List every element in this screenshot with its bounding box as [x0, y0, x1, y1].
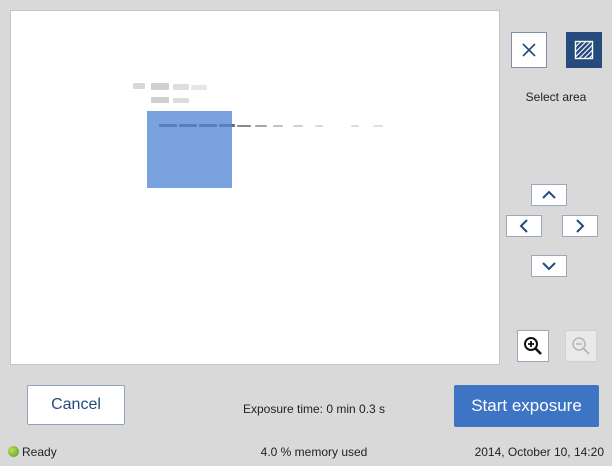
select-area-label: Select area	[525, 90, 587, 104]
gel-band	[133, 83, 145, 89]
chevron-left-icon	[519, 219, 528, 233]
chevron-down-icon	[542, 262, 556, 271]
hatched-area-icon	[574, 40, 594, 60]
status-dot-icon	[8, 446, 19, 457]
gel-band	[373, 125, 383, 127]
start-exposure-button[interactable]: Start exposure	[454, 385, 599, 427]
cancel-button[interactable]: Cancel	[27, 385, 125, 425]
status-text: Ready	[22, 445, 57, 459]
gel-band	[191, 85, 207, 90]
gel-band	[173, 84, 189, 90]
select-area-button[interactable]	[566, 32, 602, 68]
gel-band	[351, 125, 359, 127]
pan-left-button[interactable]	[506, 215, 542, 237]
gel-band	[237, 125, 251, 127]
pan-right-button[interactable]	[562, 215, 598, 237]
gel-band	[151, 97, 169, 103]
gel-band	[255, 125, 267, 127]
zoom-out-icon	[572, 337, 590, 355]
exposure-time-text: Exposure time: 0 min 0.3 s	[242, 402, 386, 416]
zoom-in-icon	[524, 337, 542, 355]
chevron-up-icon	[542, 190, 556, 199]
datetime-text: 2014, October 10, 14:20	[474, 445, 604, 459]
pan-up-button[interactable]	[531, 184, 567, 206]
gel-band	[315, 125, 323, 127]
gel-band	[173, 98, 189, 103]
gel-band	[293, 125, 303, 127]
selection-area[interactable]	[147, 111, 232, 188]
side-panel: Select area	[500, 10, 612, 365]
pan-down-button[interactable]	[531, 255, 567, 277]
gel-band	[273, 125, 283, 127]
close-icon	[522, 43, 536, 57]
memory-usage-text: 4.0 % memory used	[260, 445, 368, 459]
clear-selection-button[interactable]	[511, 32, 547, 68]
zoom-in-button[interactable]	[517, 330, 549, 362]
chevron-right-icon	[576, 219, 585, 233]
image-preview[interactable]	[10, 10, 500, 365]
gel-band	[151, 83, 169, 90]
zoom-out-button[interactable]	[565, 330, 597, 362]
